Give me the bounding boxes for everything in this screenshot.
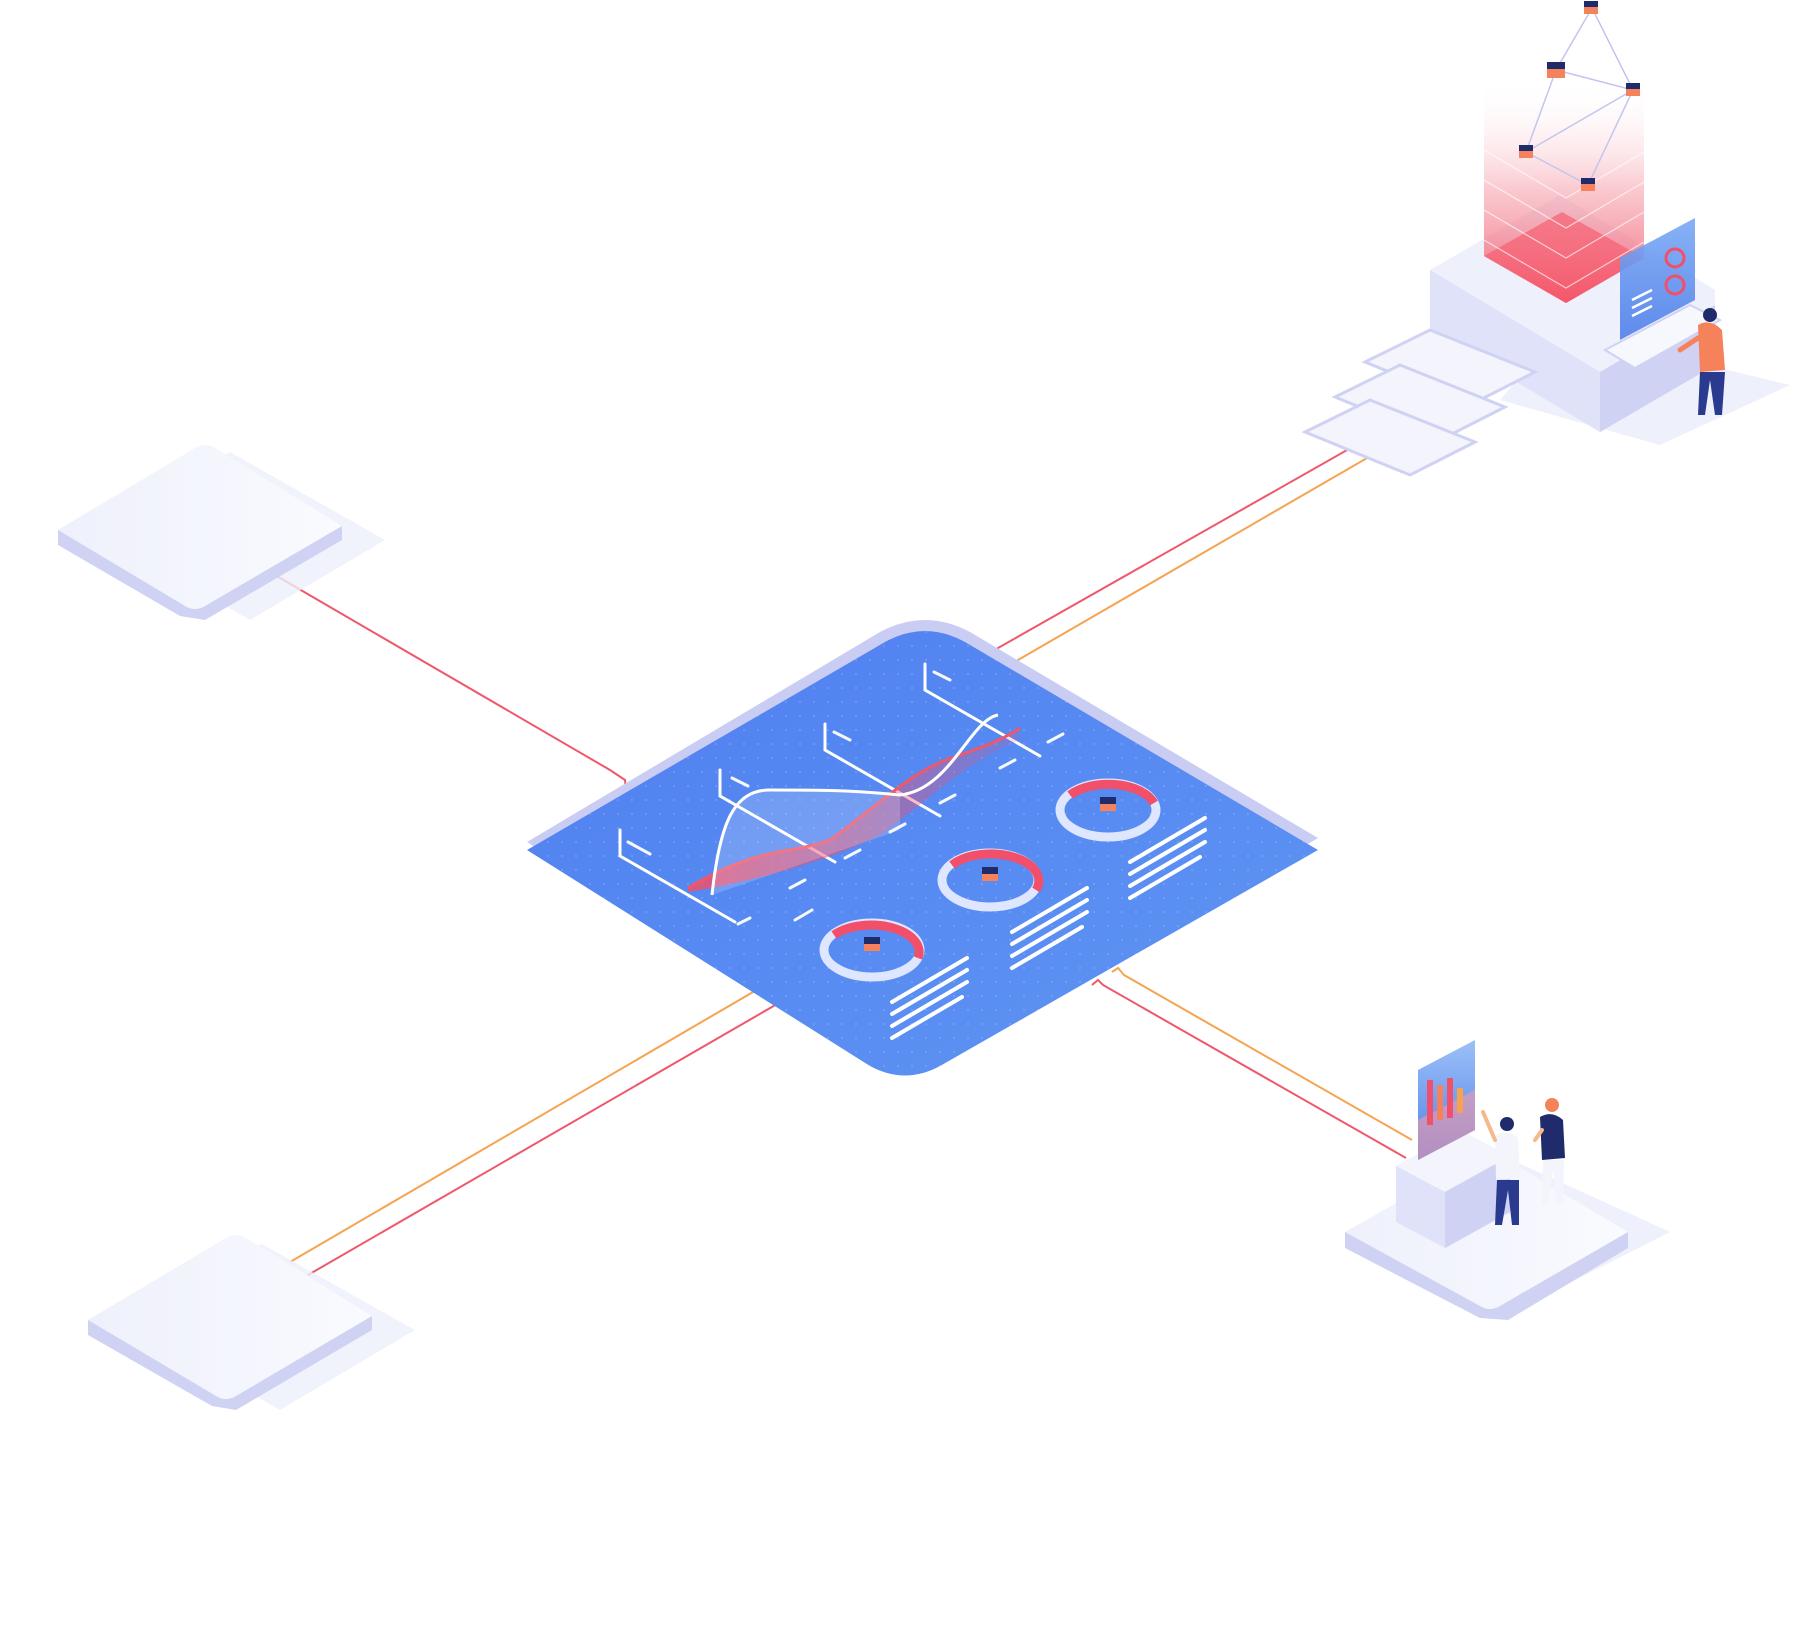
- analytics-desk: [1345, 1040, 1670, 1320]
- empty-tile-icon: [58, 445, 385, 620]
- dashboard-platform: [527, 620, 1318, 1076]
- connector-line-red: [991, 419, 1401, 690]
- connector-line-orange: [1111, 966, 1413, 1141]
- connector-line-red: [1091, 978, 1407, 1159]
- isometric-illustration: [58, 1, 1790, 1410]
- connector-line-red: [307, 998, 793, 1276]
- server-station: [1301, 1, 1790, 477]
- connector-line-orange: [1011, 431, 1413, 700]
- empty-tile-icon: [88, 1235, 415, 1410]
- connector-line-red: [274, 574, 629, 816]
- connector-line-orange: [289, 983, 773, 1263]
